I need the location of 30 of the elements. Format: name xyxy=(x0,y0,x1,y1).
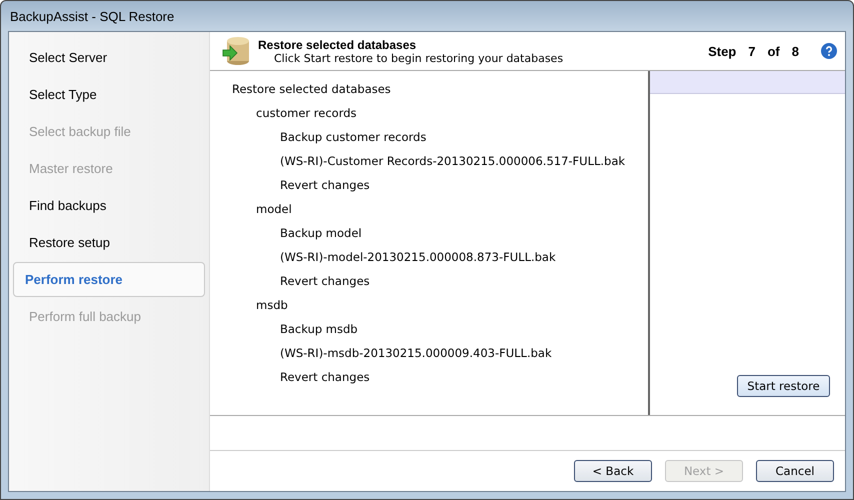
tree-item[interactable]: Revert changes xyxy=(280,365,648,389)
wizard-button[interactable]: Cancel xyxy=(756,460,834,482)
of-label: of xyxy=(767,44,780,58)
help-icon[interactable] xyxy=(821,43,837,59)
tree-item[interactable]: Backup model xyxy=(280,221,648,245)
sidebar-item[interactable]: Select Type xyxy=(13,77,205,112)
tree-item[interactable]: (WS-RI)-model-20130215.000008.873-FULL.bak xyxy=(280,245,648,269)
tree-item[interactable]: (WS-RI)-Customer Records-20130215.000006.517-FULL.bak xyxy=(280,149,648,173)
tree-item[interactable]: Revert changes xyxy=(280,173,648,197)
wizard-button[interactable]: < Back xyxy=(574,460,652,482)
step-number: 7 xyxy=(748,44,756,58)
sidebar-item[interactable]: Restore setup xyxy=(13,225,205,260)
tree-item[interactable]: Revert changes xyxy=(280,269,648,293)
tree-item[interactable]: (WS-RI)-msdb-20130215.000009.403-FULL.bak xyxy=(280,341,648,365)
tree-item[interactable]: model xyxy=(256,197,648,221)
tree-item[interactable]: Backup msdb xyxy=(280,317,648,341)
sidebar-item[interactable]: Find backups xyxy=(13,188,205,223)
database-icon xyxy=(222,36,250,66)
step-total: 8 xyxy=(792,44,799,58)
header-title: Restore selected databases xyxy=(258,38,418,52)
window-title: BackupAssist - SQL Restore xyxy=(9,8,174,24)
start-restore-button[interactable]: Start restore xyxy=(737,375,830,397)
tree-item[interactable]: Restore selected databases xyxy=(232,77,648,101)
tree-item[interactable]: Backup customer records xyxy=(280,125,648,149)
header-subtitle: Click Start restore to begin restoring your databases xyxy=(273,52,564,64)
sidebar-item[interactable]: Select Server xyxy=(13,40,205,75)
step-label: Step xyxy=(708,44,736,58)
sidebar-item[interactable]: Perform restore xyxy=(13,262,205,297)
tree-item[interactable]: msdb xyxy=(256,293,648,317)
tree-item[interactable]: customer records xyxy=(256,101,648,125)
